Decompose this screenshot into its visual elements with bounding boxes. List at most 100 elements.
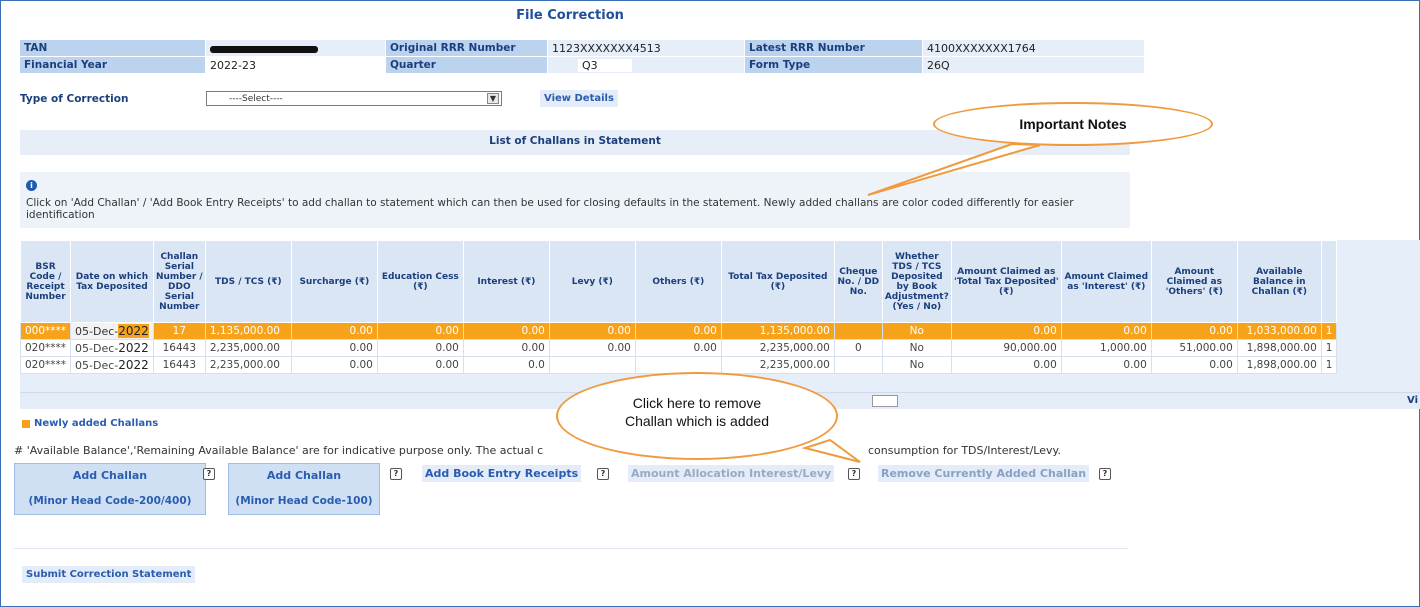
cell-book-adjustment: No bbox=[881, 322, 952, 340]
cell-claimed-total: 0.00 bbox=[950, 356, 1062, 374]
remove-callout-line1: Click here to remove bbox=[632, 395, 762, 411]
submit-correction-button[interactable]: Submit Correction Statement bbox=[22, 566, 196, 583]
page-title: File Correction bbox=[516, 8, 624, 23]
col-date: Date on which Tax Deposited bbox=[70, 240, 154, 323]
scrollbar-thumb[interactable] bbox=[872, 395, 898, 407]
divider bbox=[14, 548, 1128, 549]
cell-surcharge: 0.00 bbox=[290, 339, 378, 357]
cell-claimed-interest: 1,000.00 bbox=[1060, 339, 1152, 357]
cell-surcharge: 0.00 bbox=[290, 356, 378, 374]
cell-claimed-interest: 0.00 bbox=[1060, 322, 1152, 340]
col-bsr: BSR Code / Receipt Number bbox=[20, 240, 72, 323]
cell-date: 05-Dec-2022 bbox=[70, 356, 154, 374]
cell-cess: 0.00 bbox=[376, 339, 464, 357]
cell-date-year: 2022 bbox=[118, 341, 149, 355]
info-row-2: Financial Year 2022-23 Quarter Q3 Form T… bbox=[20, 57, 1150, 74]
cell-tds: 1,135,000.00 bbox=[204, 322, 292, 340]
add-challan-2-label: Add Challan bbox=[266, 469, 342, 482]
quarter-value: Q3 bbox=[548, 57, 745, 74]
masked-tan bbox=[210, 45, 318, 53]
col-others: Others (₹) bbox=[634, 240, 722, 323]
latest-rrr-label: Latest RRR Number bbox=[745, 40, 923, 57]
col-book-adjustment: Whether TDS / TCS Deposited by Book Adju… bbox=[881, 240, 952, 323]
quarter-value-text: Q3 bbox=[578, 59, 632, 72]
cell-date-year: 2022 bbox=[118, 358, 149, 372]
info-icon: i bbox=[26, 180, 37, 191]
cell-bsr: 000**** bbox=[20, 322, 72, 340]
challan-table: BSR Code / Receipt Number Date on which … bbox=[20, 240, 1338, 374]
cell-overflow: 1 bbox=[1320, 322, 1338, 340]
cell-cheque bbox=[833, 356, 883, 374]
view-details-button[interactable]: View Details bbox=[540, 90, 618, 107]
cell-cess: 0.00 bbox=[376, 356, 464, 374]
help-icon[interactable]: ? bbox=[1099, 468, 1111, 480]
add-challan-1-sub: (Minor Head Code-200/400) bbox=[28, 495, 192, 507]
table-row[interactable]: 000**** 05-Dec-2022 17 1,135,000.00 0.00… bbox=[20, 322, 1338, 340]
cell-others: 0.00 bbox=[634, 322, 722, 340]
cell-date-day: 05-Dec- bbox=[75, 359, 119, 372]
cell-levy: 0.00 bbox=[548, 339, 636, 357]
type-of-correction-label: Type of Correction bbox=[20, 92, 129, 105]
col-levy: Levy (₹) bbox=[548, 240, 636, 323]
cell-overflow: 1 bbox=[1320, 339, 1338, 357]
cell-serial: 16443 bbox=[152, 356, 206, 374]
help-icon[interactable]: ? bbox=[597, 468, 609, 480]
help-icon[interactable]: ? bbox=[848, 468, 860, 480]
cell-cess: 0.00 bbox=[376, 322, 464, 340]
info-note-text: Click on 'Add Challan' / 'Add Book Entry… bbox=[26, 197, 1074, 221]
cell-serial: 17 bbox=[152, 322, 206, 340]
table-row[interactable]: 020**** 05-Dec-2022 16443 2,235,000.00 0… bbox=[20, 356, 1338, 374]
original-rrr-label: Original RRR Number bbox=[386, 40, 548, 57]
cell-overflow: 1 bbox=[1320, 356, 1338, 374]
cell-interest: 0.00 bbox=[462, 339, 550, 357]
cell-claimed-total: 0.00 bbox=[950, 322, 1062, 340]
financial-year-value: 2022-23 bbox=[206, 57, 386, 74]
col-overflow bbox=[1320, 240, 1338, 323]
disclaimer-left: # 'Available Balance','Remaining Availab… bbox=[14, 444, 544, 457]
remove-callout-line2: Challan which is added bbox=[625, 413, 769, 429]
table-header-row: BSR Code / Receipt Number Date on which … bbox=[20, 240, 1338, 323]
action-bar: Add Challan (Minor Head Code-200/400) ? … bbox=[14, 463, 1144, 523]
add-challan-200-400-button[interactable]: Add Challan (Minor Head Code-200/400) bbox=[14, 463, 206, 515]
info-row-1: TAN Original RRR Number 1123XXXXXXX4513 … bbox=[20, 40, 1150, 57]
legend-label: Newly added Challans bbox=[34, 418, 159, 429]
cell-levy: 0.00 bbox=[548, 322, 636, 340]
chevron-down-icon[interactable]: ▼ bbox=[487, 93, 499, 104]
cell-claimed-others: 0.00 bbox=[1150, 322, 1238, 340]
cell-date-day: 05-Dec- bbox=[75, 342, 119, 355]
new-challan-swatch bbox=[22, 419, 30, 428]
cell-serial: 16443 bbox=[152, 339, 206, 357]
cell-levy bbox=[548, 356, 636, 374]
type-of-correction-select[interactable]: ----Select---- ▼ bbox=[206, 91, 502, 106]
cell-total: 2,235,000.00 bbox=[720, 339, 835, 357]
remove-challan-button[interactable]: Remove Currently Added Challan bbox=[878, 465, 1090, 482]
quarter-label: Quarter bbox=[386, 57, 548, 74]
table-row[interactable]: 020**** 05-Dec-2022 16443 2,235,000.00 0… bbox=[20, 339, 1338, 357]
form-type-value: 26Q bbox=[923, 57, 1145, 74]
col-claimed-interest: Amount Claimed as 'Interest' (₹) bbox=[1060, 240, 1152, 323]
select-value: ----Select---- bbox=[229, 93, 283, 104]
financial-year-label: Financial Year bbox=[20, 57, 206, 74]
cell-claimed-others: 0.00 bbox=[1150, 356, 1238, 374]
tan-value bbox=[206, 40, 386, 57]
cell-book-adjustment: No bbox=[881, 356, 952, 374]
cell-bsr: 020**** bbox=[20, 356, 72, 374]
col-interest: Interest (₹) bbox=[462, 240, 550, 323]
add-challan-100-button[interactable]: Add Challan (Minor Head Code-100) bbox=[228, 463, 380, 515]
add-book-entry-receipts-button[interactable]: Add Book Entry Receipts bbox=[422, 465, 582, 482]
cell-bsr: 020**** bbox=[20, 339, 72, 357]
help-icon[interactable]: ? bbox=[203, 468, 215, 480]
cell-claimed-others: 51,000.00 bbox=[1150, 339, 1238, 357]
cell-interest: 0.0 bbox=[462, 356, 550, 374]
statement-info-grid: TAN Original RRR Number 1123XXXXXXX4513 … bbox=[20, 40, 1150, 74]
cell-surcharge: 0.00 bbox=[290, 322, 378, 340]
overflow-label: Vi bbox=[1407, 395, 1418, 406]
cell-cheque: 0 bbox=[833, 339, 883, 357]
help-icon[interactable]: ? bbox=[390, 468, 402, 480]
cell-cheque bbox=[833, 322, 883, 340]
amount-allocation-button[interactable]: Amount Allocation Interest/Levy bbox=[628, 465, 835, 482]
form-type-label: Form Type bbox=[745, 57, 923, 74]
col-available-balance: Available Balance in Challan (₹) bbox=[1236, 240, 1322, 323]
cell-claimed-interest: 0.00 bbox=[1060, 356, 1152, 374]
col-cess: Education Cess (₹) bbox=[376, 240, 464, 323]
